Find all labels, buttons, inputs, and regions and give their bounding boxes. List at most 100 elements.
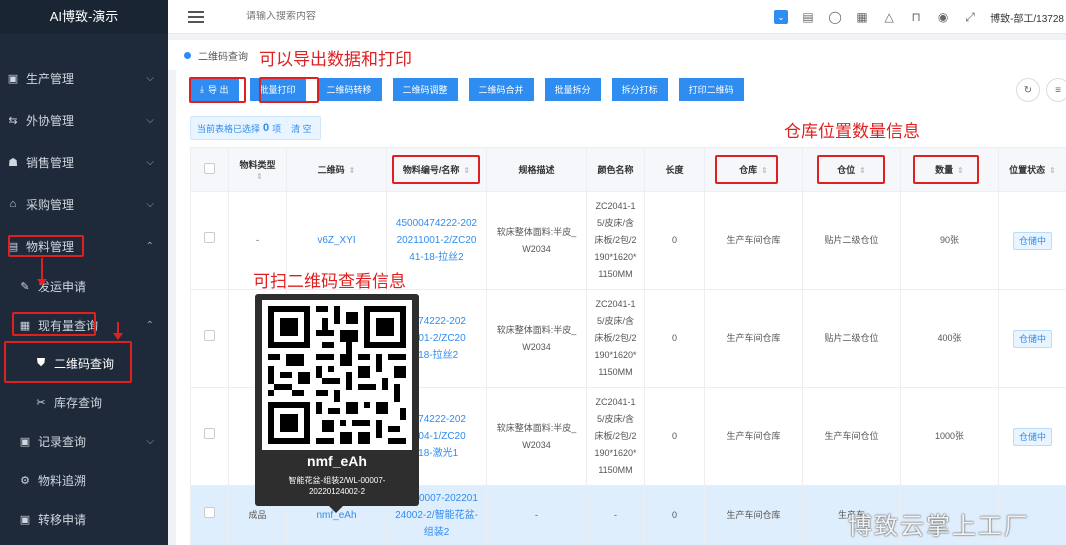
sort-icon[interactable]: ⇕: [859, 166, 866, 175]
sort-icon[interactable]: ⇕: [761, 166, 768, 175]
row-select-cell[interactable]: [190, 387, 229, 486]
menu-stock-query[interactable]: ▦ 现有量查询 ⌃: [0, 308, 168, 342]
export-button[interactable]: ⤓ 导 出: [190, 78, 239, 101]
col-header[interactable]: 仓库 ⇕: [704, 147, 803, 192]
menu-transfer[interactable]: ▣ 转移申请: [0, 502, 168, 536]
qr-merge-button[interactable]: 二维码合并: [468, 78, 534, 101]
chevron-down-icon: ⌵: [146, 156, 154, 168]
row-checkbox[interactable]: [204, 330, 215, 341]
material-link[interactable]: 45000474222-202 20211001-2/ZC20 41-18-拉丝2: [396, 218, 477, 263]
status-cell: 仓储中: [998, 191, 1066, 290]
length-cell: 0: [644, 387, 705, 486]
tab-label: 二维码查询: [198, 51, 248, 63]
menu-record-query[interactable]: ▣ 记录查询 ⌵: [0, 424, 168, 458]
table-header: 物料类型 ⇕ 二维码 ⇕ 物料编号/名称 ⇕ 规格描述 颜色名称 长度 仓库 ⇕ 仓位 ⇕…: [190, 147, 1066, 192]
sort-icon[interactable]: ⇕: [1049, 166, 1056, 175]
document-icon[interactable]: ▤: [801, 10, 815, 24]
chevron-down-icon: ⌵: [146, 198, 154, 210]
user-name[interactable]: 博致-部工/13728: [990, 10, 1064, 25]
sort-icon[interactable]: ⇕: [256, 172, 263, 181]
menu-label: 采购管理: [26, 197, 75, 212]
spec-cell: 软床整体面料:半皮_ W2034: [486, 191, 587, 290]
col-header[interactable]: 仓位 ⇕: [802, 147, 901, 192]
col-label: 物料类型: [239, 160, 276, 170]
menu-purchase[interactable]: ⌂ 采购管理 ⌵: [0, 187, 168, 221]
col-label: 物料编号/名称: [402, 165, 460, 175]
warehouse-cell: 生产车间仓库: [704, 485, 803, 545]
bell-icon[interactable]: △: [882, 10, 896, 24]
col-header[interactable]: 数量 ⇕: [900, 147, 999, 192]
row-checkbox[interactable]: [204, 428, 215, 439]
batch-print-button[interactable]: 批量打印: [249, 78, 306, 101]
sort-icon[interactable]: ⇕: [957, 166, 964, 175]
print-qr-button[interactable]: 打印二维码: [678, 78, 744, 101]
refresh-icon[interactable]: ↻: [1016, 78, 1040, 102]
chat-icon[interactable]: ◯: [828, 10, 842, 24]
eye-icon[interactable]: ◉: [936, 10, 950, 24]
arrow-down-icon: [37, 258, 47, 286]
col-label: 颜色名称: [597, 165, 634, 175]
dropdown-icon[interactable]: ⌄: [774, 10, 789, 24]
row-checkbox[interactable]: [204, 232, 215, 243]
qrcode-popup: nmf_eAh 智能花盆-组装2/WL-00007- 20220124002-2: [255, 294, 419, 513]
sidebar: AI博致-演示 ▣ 生产管理 ⌵ ⇆ 外协管理 ⌵ ☗ 销售管理 ⌵ ⌂ 采购管…: [0, 0, 168, 545]
fullscreen-icon[interactable]: ⤢: [963, 10, 977, 24]
col-header[interactable]: 物料类型 ⇕: [228, 147, 287, 192]
lock-icon[interactable]: ⊓: [909, 10, 923, 24]
sort-icon[interactable]: ⇕: [463, 166, 470, 175]
batch-split-button[interactable]: 批量拆分: [544, 78, 601, 101]
settings-icon[interactable]: ≡: [1046, 78, 1066, 102]
menu-sales[interactable]: ☗ 销售管理 ⌵: [0, 145, 168, 179]
calculator-icon[interactable]: ▦: [855, 10, 869, 24]
menu-outsourcing[interactable]: ⇆ 外协管理 ⌵: [0, 103, 168, 137]
col-label: 规格描述: [518, 165, 555, 175]
col-header[interactable]: 物料编号/名称 ⇕: [386, 147, 487, 192]
row-checkbox[interactable]: [204, 507, 215, 518]
status-badge: 仓储中: [1012, 427, 1052, 446]
col-label: 二维码: [317, 165, 345, 175]
sort-icon[interactable]: ⇕: [349, 166, 356, 175]
table-icon: ▦: [19, 319, 31, 332]
select-all-checkbox[interactable]: [204, 163, 215, 174]
qr-transfer-button[interactable]: 二维码转移: [316, 78, 382, 101]
menu-toggle-icon[interactable]: [188, 10, 204, 23]
search-input[interactable]: [246, 11, 546, 22]
menu-material[interactable]: ▤ 物料管理 ⌃: [0, 229, 168, 263]
top-icons: ⌄ ▤ ◯ ▦ △ ⊓ ◉ ⤢ 博致-部工/13728: [774, 0, 1066, 34]
active-dot-icon: [184, 51, 191, 59]
menu-inventory-query[interactable]: ✂ 库存查询: [0, 385, 168, 419]
qr-adjust-button[interactable]: 二维码调整: [392, 78, 458, 101]
warehouse-cell: 生产车间仓库: [704, 387, 803, 486]
warehouse-cell: 生产车间仓库: [704, 191, 803, 290]
color-cell: -: [586, 485, 645, 545]
qrcode-link[interactable]: v6Z_XYI: [317, 235, 355, 246]
menu-qrcode-query[interactable]: ⛊ 二维码查询: [0, 346, 168, 380]
col-header[interactable]: 位置状态 ⇕: [998, 147, 1066, 192]
select-all-cell[interactable]: [190, 147, 229, 192]
location-cell: 贴片二级仓位: [802, 289, 901, 388]
color-cell: ZC2041-1 5/皮床/含 床板/2包/2 190*1620* 1150MM: [586, 191, 645, 290]
qty-cell: 1000张: [900, 387, 999, 486]
users-icon: ☗: [8, 156, 18, 169]
spec-cell: 软床整体面料:半皮_ W2034: [486, 387, 587, 486]
menu-trace[interactable]: ⚙ 物料追溯: [0, 463, 168, 497]
arrow-down-icon: [113, 322, 123, 340]
menu-production[interactable]: ▣ 生产管理 ⌵: [0, 61, 168, 95]
annotation-scan-qr: 可扫二维码查看信息: [253, 272, 406, 291]
qrcode-image: [262, 300, 412, 450]
row-select-cell[interactable]: [190, 289, 229, 388]
annotation-export-print: 可以导出数据和打印: [259, 50, 412, 69]
col-header[interactable]: 二维码 ⇕: [286, 147, 387, 192]
menu-shipping[interactable]: ✎ 发运申请: [0, 269, 168, 303]
row-select-cell[interactable]: [190, 485, 229, 545]
col-label: 仓位: [837, 165, 856, 175]
clear-selection-link[interactable]: 清 空: [291, 122, 312, 135]
tab-qrcode-query[interactable]: 二维码查询: [184, 48, 248, 63]
row-select-cell[interactable]: [190, 191, 229, 290]
split-label-button[interactable]: 拆分打标: [611, 78, 668, 101]
col-header: 规格描述: [486, 147, 587, 192]
selection-info: 当前表格已选择 0 项 清 空: [190, 116, 321, 140]
qty-cell: 400张: [900, 289, 999, 388]
chevron-down-icon: ⌵: [146, 114, 154, 126]
chevron-up-icon: ⌃: [145, 240, 154, 252]
